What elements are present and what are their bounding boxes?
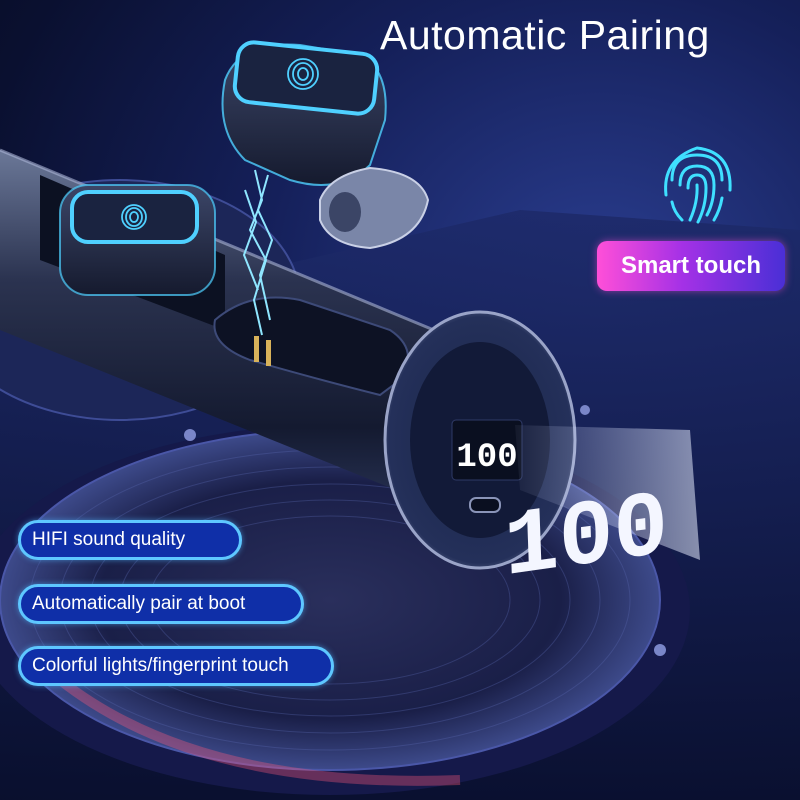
led-battery-value: 100: [456, 439, 517, 477]
earbud-left: [59, 184, 216, 296]
product-banner: 100 100 Automatic Pairing Smart touch HI…: [0, 0, 800, 800]
smart-touch-badge: Smart touch: [597, 241, 785, 291]
feature-label: Automatically pair at boot: [32, 593, 246, 614]
feature-label: Colorful lights/fingerprint touch: [32, 655, 289, 676]
screw-icon: [580, 405, 590, 415]
headline: Automatic Pairing: [380, 12, 710, 58]
screw-icon: [184, 429, 196, 441]
feature-label: HIFI sound quality: [32, 529, 186, 550]
screw-icon: [654, 644, 666, 656]
feature-badge-lights-touch: Colorful lights/fingerprint touch: [18, 646, 334, 686]
feature-badge-hifi: HIFI sound quality: [18, 520, 242, 560]
fingerprint-icon: [664, 146, 732, 224]
feature-badge-auto-pair: Automatically pair at boot: [18, 584, 304, 624]
smart-touch-label: Smart touch: [620, 252, 761, 279]
usb-port: [469, 497, 501, 513]
